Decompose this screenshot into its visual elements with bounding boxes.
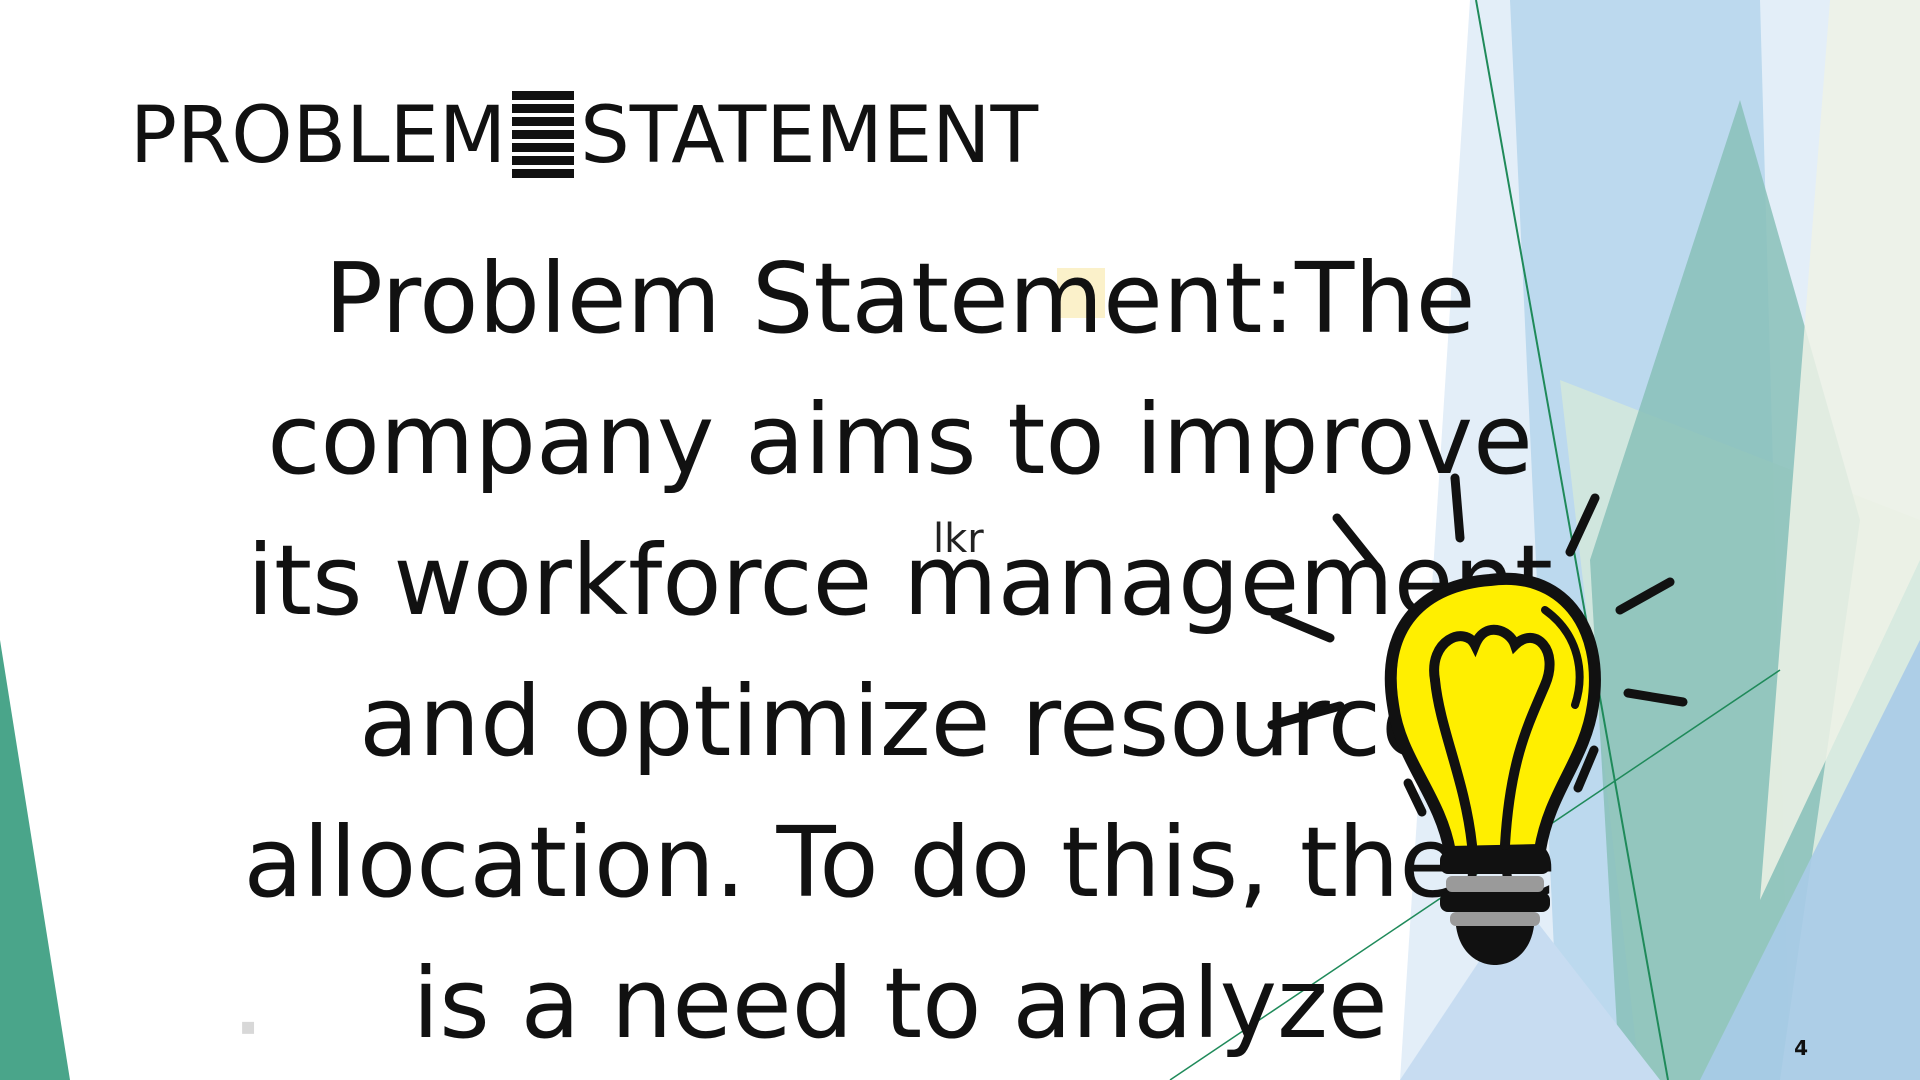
- slide: PROBLEM STATEMENT Problem Statement:The …: [0, 0, 1920, 1080]
- left-teal-wedge: [0, 640, 70, 1080]
- heading-left-text: PROBLEM: [130, 91, 507, 181]
- page-number: 4: [1794, 1036, 1808, 1060]
- annotation-text: lkr: [933, 516, 984, 562]
- corner-smudge: ▪: [240, 1012, 257, 1040]
- heading-right-text: STATEMENT: [580, 91, 1039, 181]
- stacked-bars-icon: [512, 91, 575, 181]
- slide-heading: PROBLEM STATEMENT: [130, 88, 1038, 184]
- lightbulb-icon: [1267, 473, 1688, 965]
